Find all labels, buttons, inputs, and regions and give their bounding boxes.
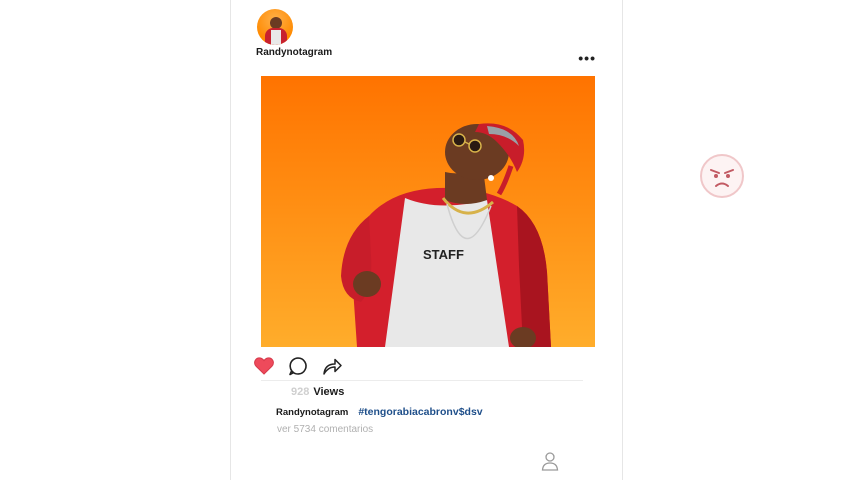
avatar-body [265,28,287,45]
angry-emoji-icon [698,152,746,200]
more-options-button[interactable]: ••• [578,50,596,66]
like-button[interactable] [253,355,275,377]
post-caption: Randynotagram #tengorabiacabronv$dsv [276,406,483,418]
svg-text:STAFF: STAFF [423,247,464,262]
post-image[interactable]: STAFF [261,76,595,347]
post-action-bar [253,355,363,379]
post-image-art: STAFF [341,123,551,347]
angry-emoji-art [700,154,744,198]
views-count: 928 Views [291,386,344,398]
heart-icon [254,357,274,375]
profile-button[interactable] [539,450,561,472]
action-divider [261,380,583,381]
share-icon [323,358,342,375]
post-username[interactable]: Randynotagram [256,47,332,58]
caption-username[interactable]: Randynotagram [276,407,348,418]
view-comments-link[interactable]: ver 5734 comentarios [277,424,373,435]
comment-icon [289,357,307,376]
post-card: Randynotagram ••• STAFF 928 Views Randyn… [230,0,623,480]
avatar[interactable] [257,9,293,45]
user-icon [541,452,559,471]
views-number: 928 [291,386,310,398]
views-label: Views [313,386,345,398]
share-button[interactable] [321,355,343,377]
comment-button[interactable] [287,355,309,377]
caption-hashtag[interactable]: #tengorabiacabronv$dsv [358,406,482,418]
